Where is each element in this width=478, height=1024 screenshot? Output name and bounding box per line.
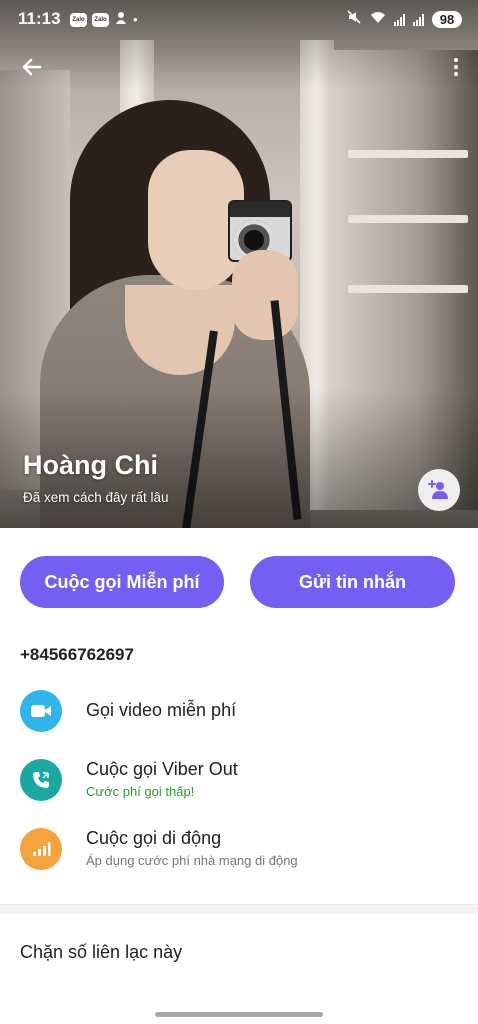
viber-out-call-option[interactable]: Cuộc gọi Viber Out Cước phí gọi thấp! [0, 759, 478, 819]
signal-strength-icon [413, 13, 424, 26]
notification-icons: Zalo Zalo • [70, 11, 138, 28]
mute-icon [346, 9, 362, 30]
phone-number: +84566762697 [20, 645, 134, 664]
video-icon [20, 690, 62, 732]
option-subtitle: Áp dụng cước phí nhà mạng di động [86, 853, 298, 868]
option-title: Cuộc gọi Viber Out [86, 759, 238, 779]
add-person-icon [428, 480, 448, 499]
signal-icon [20, 828, 62, 870]
free-call-button[interactable]: Cuộc gọi Miễn phí [20, 556, 224, 608]
viber-out-icon [20, 759, 62, 801]
status-time: 11:13 [18, 9, 61, 28]
signal-strength-icon [394, 13, 405, 26]
send-message-button[interactable]: Gửi tin nhắn [250, 556, 455, 608]
last-seen-status: Đã xem cách đây rất lâu [23, 490, 169, 505]
more-notifications-dot: • [133, 12, 138, 27]
home-indicator[interactable] [155, 1012, 323, 1017]
back-button[interactable] [18, 52, 48, 82]
block-contact-button[interactable]: Chặn số liên lạc này [20, 942, 182, 963]
option-subtitle: Cước phí gọi thấp! [86, 784, 195, 799]
more-vertical-icon [454, 58, 458, 62]
section-divider [0, 904, 478, 914]
arrow-left-icon [22, 58, 42, 76]
profile-photo [0, 0, 478, 528]
add-contact-button[interactable] [418, 469, 460, 511]
app-notification-icon [114, 11, 128, 28]
more-options-button[interactable] [448, 52, 464, 82]
option-title: Gọi video miễn phí [86, 700, 237, 720]
option-title: Cuộc gọi di động [86, 828, 222, 848]
contact-name: Hoàng Chi [23, 450, 158, 480]
battery-indicator: 98 [432, 11, 462, 28]
zalo-notification-icon: Zalo [92, 12, 109, 27]
status-bar: 11:13 Zalo Zalo • 98 [0, 0, 478, 38]
mobile-call-option[interactable]: Cuộc gọi di động Áp dụng cước phí nhà mạ… [0, 828, 478, 888]
wifi-icon [370, 10, 386, 29]
free-video-call-option[interactable]: Gọi video miễn phí [0, 690, 478, 750]
zalo-notification-icon: Zalo [70, 12, 87, 27]
